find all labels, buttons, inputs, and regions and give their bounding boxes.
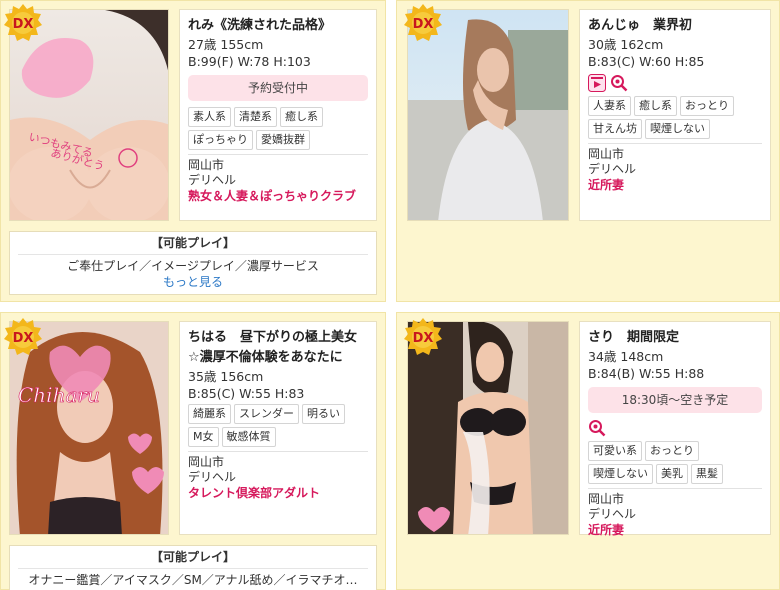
area-city: 岡山市 bbox=[588, 492, 625, 506]
tag: スレンダー bbox=[234, 404, 299, 424]
dx-badge-icon: DX bbox=[4, 318, 42, 355]
tag: おっとり bbox=[680, 96, 734, 116]
age-height: 30歳 162cm bbox=[588, 37, 664, 52]
profile-card-anju[interactable]: DX あんじゅ 業界初 30歳 162cm B:83(C) W:60 H:85 … bbox=[396, 0, 780, 302]
video-icon[interactable] bbox=[588, 74, 606, 92]
profile-info: れみ《洗練された品格》 27歳 155cm B:99(F) W:78 H:103… bbox=[179, 9, 377, 221]
profile-name[interactable]: れみ《洗練された品格》 bbox=[188, 16, 368, 36]
tag-list: 素人系 清楚系 癒し系 ぽっちゃり 愛嬌抜群 bbox=[188, 107, 368, 150]
profile-info: ちはる 昼下がりの極上美女☆濃厚不倫体験をあなたに 35歳 156cm B:85… bbox=[179, 321, 377, 535]
play-title: 【可能プレイ】 bbox=[150, 550, 235, 564]
svg-text:DX: DX bbox=[13, 17, 34, 32]
feature-icons bbox=[588, 419, 762, 437]
shop-link[interactable]: 熟女＆人妻＆ぽっちゃりクラブ bbox=[188, 188, 368, 204]
tag: 可愛い系 bbox=[588, 441, 642, 461]
profile-name[interactable]: さり 期間限定 bbox=[588, 328, 762, 348]
tag: 明るい bbox=[302, 404, 345, 424]
area-genre: デリヘル bbox=[588, 507, 637, 521]
tag: 甘えん坊 bbox=[588, 119, 642, 139]
more-link[interactable]: もっと見る bbox=[10, 274, 376, 290]
shop-link[interactable]: 近所妻 bbox=[588, 177, 762, 193]
area-city: 岡山市 bbox=[588, 147, 625, 161]
divider bbox=[188, 154, 368, 155]
tag: 清楚系 bbox=[234, 107, 277, 127]
age-height: 27歳 155cm bbox=[188, 37, 264, 52]
age-height: 34歳 148cm bbox=[588, 349, 664, 364]
shop-link[interactable]: タレント倶楽部アダルト bbox=[188, 485, 368, 501]
tag: 癒し系 bbox=[280, 107, 323, 127]
zoom-icon[interactable] bbox=[588, 419, 606, 437]
play-title: 【可能プレイ】 bbox=[150, 236, 235, 250]
body-sizes: B:84(B) W:55 H:88 bbox=[588, 366, 705, 381]
divider bbox=[18, 568, 368, 569]
body-sizes: B:85(C) W:55 H:83 bbox=[188, 386, 305, 401]
profile-info: あんじゅ 業界初 30歳 162cm B:83(C) W:60 H:85 人妻系… bbox=[579, 9, 771, 221]
svg-text:Chiharu: Chiharu bbox=[18, 383, 100, 407]
tag: 喫煙しない bbox=[645, 119, 710, 139]
svg-text:DX: DX bbox=[13, 331, 34, 346]
dx-badge-icon: DX bbox=[404, 318, 442, 355]
profile-card-chiharu[interactable]: Chiharu DX ちはる 昼下がりの極上美女☆濃厚不倫体験をあなたに 35歳… bbox=[0, 312, 386, 590]
svg-text:DX: DX bbox=[413, 331, 434, 346]
area-city: 岡山市 bbox=[188, 158, 225, 172]
play-list: ご奉仕プレイ／イメージプレイ／濃厚サービス bbox=[67, 259, 319, 273]
tag-list: 可愛い系 おっとり 喫煙しない 美乳 黒髪 bbox=[588, 441, 762, 484]
tag: おっとり bbox=[645, 441, 699, 461]
body-sizes: B:99(F) W:78 H:103 bbox=[188, 54, 311, 69]
area-genre: デリヘル bbox=[188, 470, 237, 484]
divider bbox=[18, 254, 368, 255]
status-badge: 18:30頃～空き予定 bbox=[588, 387, 762, 413]
profile-info: さり 期間限定 34歳 148cm B:84(B) W:55 H:88 18:3… bbox=[579, 321, 771, 538]
divider bbox=[588, 143, 762, 144]
dx-badge-icon: DX bbox=[4, 4, 42, 41]
play-box: 【可能プレイ】 ご奉仕プレイ／イメージプレイ／濃厚サービス もっと見る bbox=[9, 231, 377, 295]
area-genre: デリヘル bbox=[188, 173, 237, 187]
divider bbox=[188, 451, 368, 452]
dx-badge-icon: DX bbox=[404, 4, 442, 41]
feature-icons bbox=[588, 74, 762, 92]
tag: ぽっちゃり bbox=[188, 130, 253, 150]
profile-card-remi[interactable]: いつもみてる ありがとう DX れみ《洗練された品格》 27歳 155cm B:… bbox=[0, 0, 386, 302]
profile-card-sari[interactable]: DX さり 期間限定 34歳 148cm B:84(B) W:55 H:88 1… bbox=[396, 312, 780, 590]
tag: 黒髪 bbox=[691, 464, 723, 484]
body-sizes: B:83(C) W:60 H:85 bbox=[588, 54, 705, 69]
age-height: 35歳 156cm bbox=[188, 369, 264, 384]
tag: 癒し系 bbox=[634, 96, 677, 116]
svg-text:DX: DX bbox=[413, 17, 434, 32]
tag: 敏感体質 bbox=[221, 427, 276, 447]
play-box: 【可能プレイ】 オナニー鑑賞／アイマスク／SM／アナル舐め／イラマチオ… bbox=[9, 545, 377, 590]
play-list: オナニー鑑賞／アイマスク／SM／アナル舐め／イラマチオ… bbox=[28, 573, 358, 587]
tag: 愛嬌抜群 bbox=[256, 130, 310, 150]
tag: M女 bbox=[188, 427, 219, 447]
shop-link[interactable]: 近所妻 bbox=[588, 522, 762, 538]
profile-name[interactable]: あんじゅ 業界初 bbox=[588, 16, 762, 36]
profile-name[interactable]: ちはる 昼下がりの極上美女☆濃厚不倫体験をあなたに bbox=[188, 328, 368, 368]
area-city: 岡山市 bbox=[188, 455, 225, 469]
area-genre: デリヘル bbox=[588, 162, 637, 176]
zoom-icon[interactable] bbox=[610, 74, 628, 92]
tag: 喫煙しない bbox=[588, 464, 653, 484]
divider bbox=[588, 488, 762, 489]
tag: 美乳 bbox=[656, 464, 688, 484]
status-badge: 予約受付中 bbox=[188, 75, 368, 101]
tag-list: 人妻系 癒し系 おっとり 甘えん坊 喫煙しない bbox=[588, 96, 762, 139]
tag-list: 綺麗系 スレンダー 明るい M女 敏感体質 bbox=[188, 404, 368, 447]
tag: 綺麗系 bbox=[188, 404, 231, 424]
tag: 人妻系 bbox=[588, 96, 631, 116]
tag: 素人系 bbox=[188, 107, 231, 127]
